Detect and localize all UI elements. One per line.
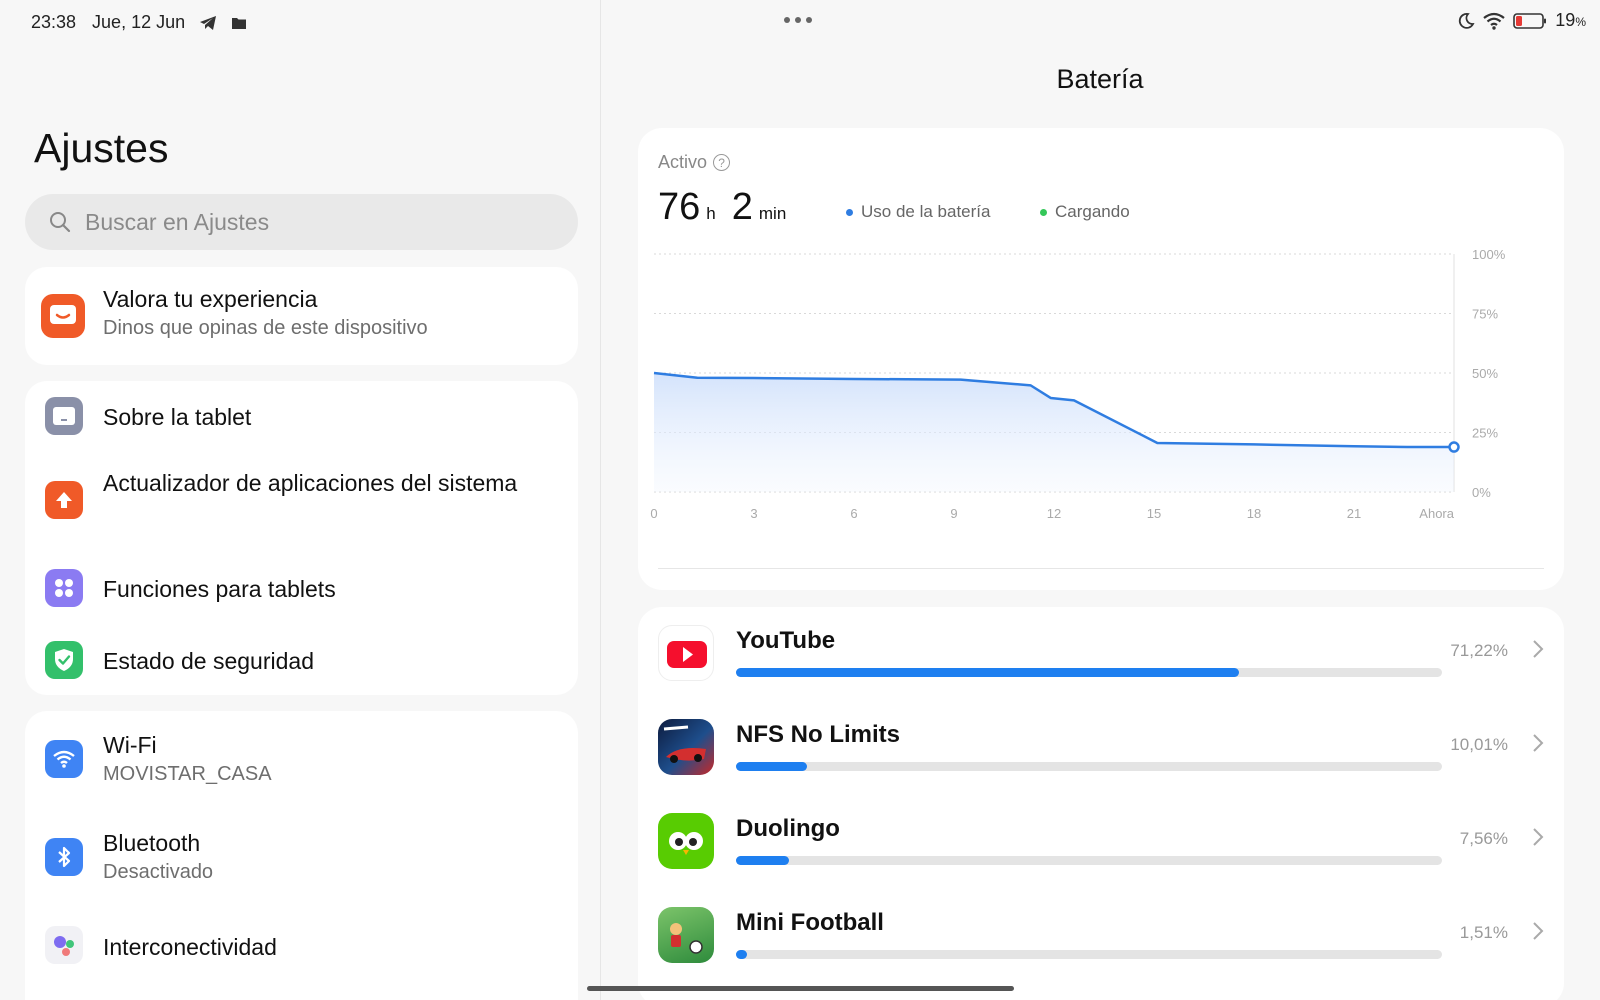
sidebar-item-label: Bluetooth bbox=[103, 830, 201, 856]
status-bar-right: 19% bbox=[1457, 10, 1586, 31]
sidebar-item-interconnectivity[interactable]: Interconectividad bbox=[25, 907, 578, 987]
sidebar-item-label: Funciones para tablets bbox=[103, 576, 336, 602]
mini-football-icon bbox=[658, 907, 714, 963]
wifi-icon bbox=[45, 740, 83, 778]
youtube-icon bbox=[658, 625, 714, 681]
list-item-youtube[interactable]: YouTube 71,22% bbox=[638, 607, 1564, 701]
list-item-nfs-no-limits[interactable]: NFS No Limits 10,01% bbox=[638, 701, 1564, 795]
chevron-right-icon bbox=[1533, 640, 1544, 658]
usage-bar-fill bbox=[736, 950, 747, 959]
usage-bar-fill bbox=[736, 762, 807, 771]
tablet-icon bbox=[45, 397, 83, 435]
search-input[interactable]: Buscar en Ajustes bbox=[25, 194, 578, 250]
current-level-point bbox=[1448, 441, 1460, 453]
sidebar-item-system-app-updater[interactable]: Actualizador de aplicaciones del sistema bbox=[25, 453, 578, 553]
sidebar-item-label: Interconectividad bbox=[103, 934, 277, 960]
sidebar-item-tablet-features[interactable]: Funciones para tablets bbox=[25, 553, 578, 625]
usage-bar bbox=[736, 668, 1442, 677]
feedback-icon bbox=[41, 294, 85, 338]
shield-check-icon bbox=[45, 641, 83, 679]
moon-icon bbox=[1459, 12, 1475, 29]
x-tick-label: 18 bbox=[1247, 506, 1261, 521]
sidebar-item-security-status[interactable]: Estado de seguridad bbox=[25, 625, 578, 697]
battery-chart: 100% 75% 50% 25% 0% 0 3 6 9 12 15 18 21 Ahora bbox=[650, 247, 1506, 521]
feedback-title: Valora tu experiencia bbox=[103, 286, 318, 312]
chevron-right-icon bbox=[1533, 922, 1544, 940]
battery-page-title: Batería bbox=[1056, 64, 1144, 94]
battery-chart-card: Activo ? 76 h 2 min Uso de la batería Ca… bbox=[638, 128, 1564, 590]
bluetooth-status: Desactivado bbox=[103, 861, 214, 883]
connectivity-group: Wi-Fi MOVISTAR_CASA Bluetooth Desactivad… bbox=[25, 711, 578, 1000]
usage-bar bbox=[736, 950, 1442, 959]
feedback-subtitle: Dinos que opinas de este dispositivo bbox=[103, 317, 428, 339]
wifi-network-name: MOVISTAR_CASA bbox=[103, 763, 272, 785]
x-tick-label: Ahora bbox=[1419, 506, 1454, 521]
device-settings-group: Sobre la tablet Actualizador de aplicaci… bbox=[25, 381, 578, 695]
wifi-icon bbox=[1483, 12, 1505, 30]
divider bbox=[658, 568, 1544, 569]
usage-percent: 1,51% bbox=[1459, 923, 1508, 942]
y-tick-label: 0% bbox=[1472, 485, 1491, 500]
feedback-card[interactable]: Valora tu experiencia Dinos que opinas d… bbox=[25, 267, 578, 365]
search-icon bbox=[50, 212, 71, 233]
home-indicator[interactable] bbox=[587, 986, 1014, 991]
settings-pane: Ajustes Buscar en Ajustes Valora tu expe… bbox=[0, 0, 600, 1000]
sidebar-item-label: Wi-Fi bbox=[103, 732, 157, 758]
list-item-mini-football[interactable]: Mini Football 1,51% bbox=[638, 889, 1564, 983]
page-title: Ajustes bbox=[34, 125, 169, 171]
usage-percent: 10,01% bbox=[1450, 735, 1508, 754]
duolingo-owl-icon bbox=[658, 813, 714, 869]
chevron-right-icon bbox=[1533, 734, 1544, 752]
y-tick-label: 100% bbox=[1472, 247, 1506, 262]
x-tick-label: 12 bbox=[1047, 506, 1061, 521]
x-tick-label: 21 bbox=[1347, 506, 1361, 521]
app-name: NFS No Limits bbox=[736, 721, 901, 748]
usage-percent: 7,56% bbox=[1459, 829, 1508, 848]
y-tick-label: 50% bbox=[1472, 366, 1498, 381]
battery-percent: 19% bbox=[1555, 10, 1586, 30]
sidebar-item-about-tablet[interactable]: Sobre la tablet bbox=[25, 381, 578, 453]
sidebar-item-bluetooth[interactable]: Bluetooth Desactivado bbox=[25, 809, 578, 907]
bluetooth-icon bbox=[45, 838, 83, 876]
app-usage-list: YouTube 71,22% NFS No Limits 10,01% Duol… bbox=[638, 607, 1564, 1000]
sidebar-item-wifi[interactable]: Wi-Fi MOVISTAR_CASA bbox=[25, 711, 578, 809]
app-name: Mini Football bbox=[736, 909, 884, 936]
battery-icon bbox=[1513, 12, 1547, 29]
search-placeholder: Buscar en Ajustes bbox=[85, 208, 270, 235]
y-tick-label: 25% bbox=[1472, 426, 1498, 441]
sidebar-item-label: Actualizador de aplicaciones del sistema bbox=[103, 470, 518, 496]
usage-bar-fill bbox=[736, 856, 790, 865]
usage-bar bbox=[736, 856, 1442, 865]
pane-divider[interactable] bbox=[600, 0, 601, 1000]
x-tick-label: 3 bbox=[750, 506, 757, 521]
x-tick-label: 15 bbox=[1147, 506, 1161, 521]
sidebar-item-label: Estado de seguridad bbox=[103, 648, 314, 674]
app-name: YouTube bbox=[736, 627, 836, 654]
list-item-duolingo[interactable]: Duolingo 7,56% bbox=[638, 795, 1564, 889]
usage-bar bbox=[736, 762, 1442, 771]
x-tick-label: 9 bbox=[950, 506, 957, 521]
chevron-right-icon bbox=[1533, 828, 1544, 846]
x-tick-label: 6 bbox=[850, 506, 857, 521]
sidebar-item-label: Sobre la tablet bbox=[103, 404, 252, 430]
nfs-game-icon bbox=[658, 719, 714, 775]
grid-dots-icon bbox=[45, 569, 83, 607]
update-arrow-icon bbox=[45, 481, 83, 519]
window-handle-dots[interactable] bbox=[784, 17, 812, 23]
app-name: Duolingo bbox=[736, 815, 840, 842]
y-tick-label: 75% bbox=[1472, 307, 1498, 322]
x-tick-label: 0 bbox=[650, 506, 657, 521]
interconnect-icon bbox=[45, 926, 83, 964]
usage-percent: 71,22% bbox=[1450, 641, 1508, 660]
usage-bar-fill bbox=[736, 668, 1239, 677]
